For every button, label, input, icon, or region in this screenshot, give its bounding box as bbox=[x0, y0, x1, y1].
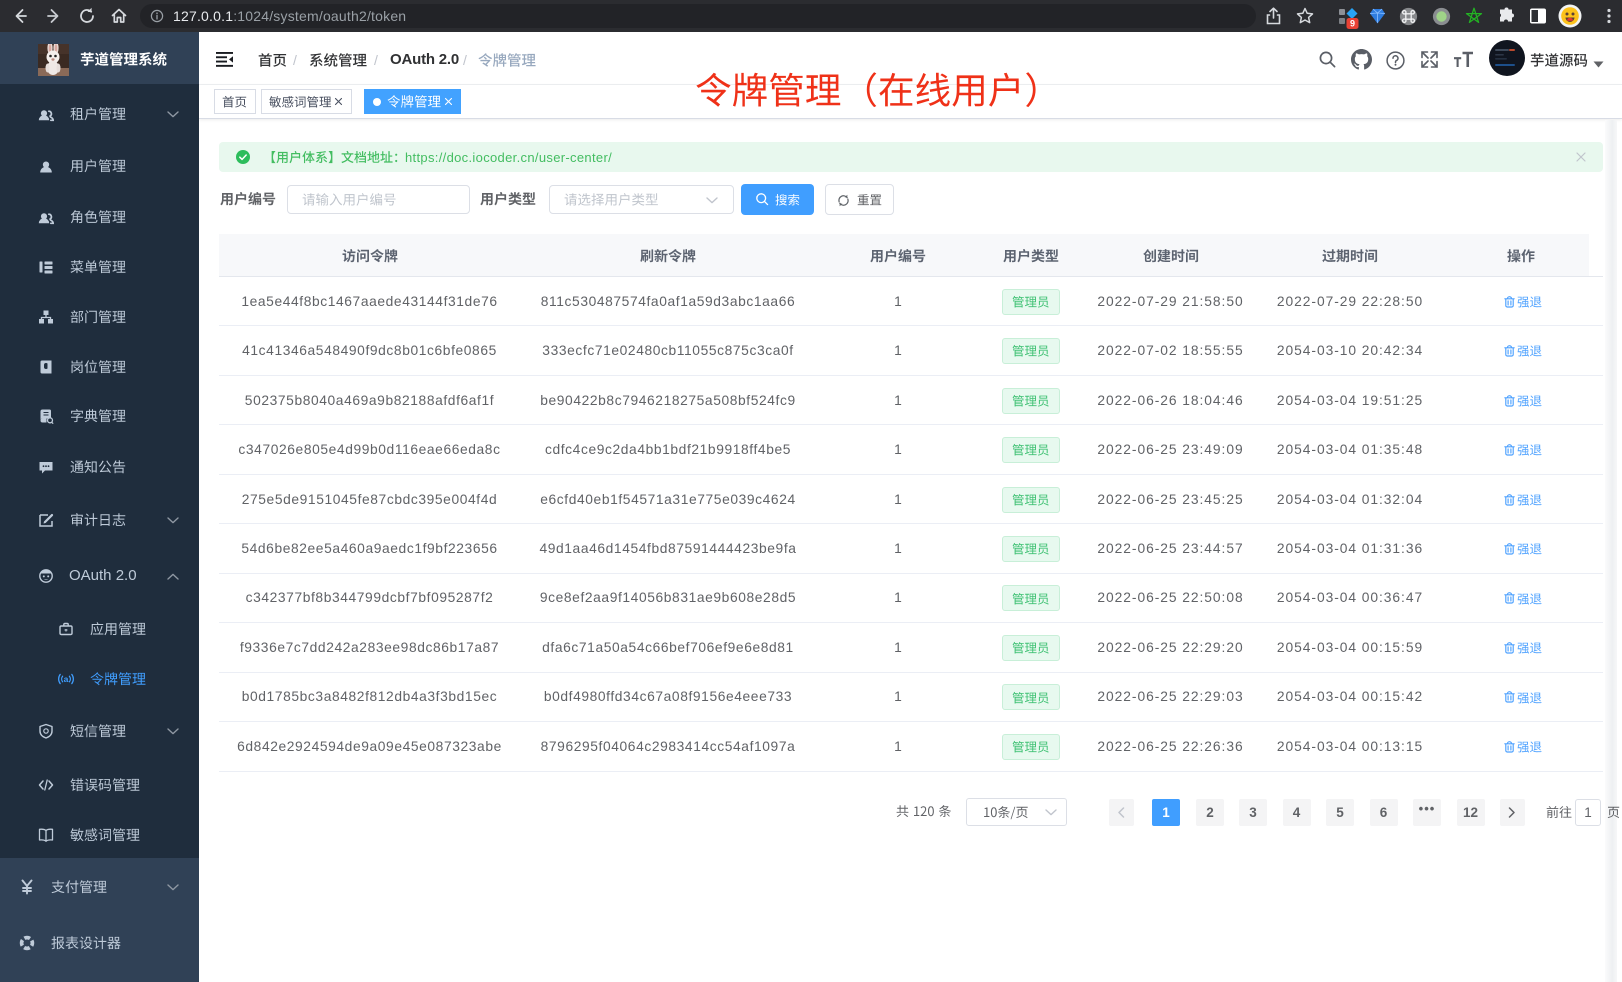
svg-text:9: 9 bbox=[1350, 19, 1355, 29]
svg-text:a: a bbox=[64, 674, 69, 684]
